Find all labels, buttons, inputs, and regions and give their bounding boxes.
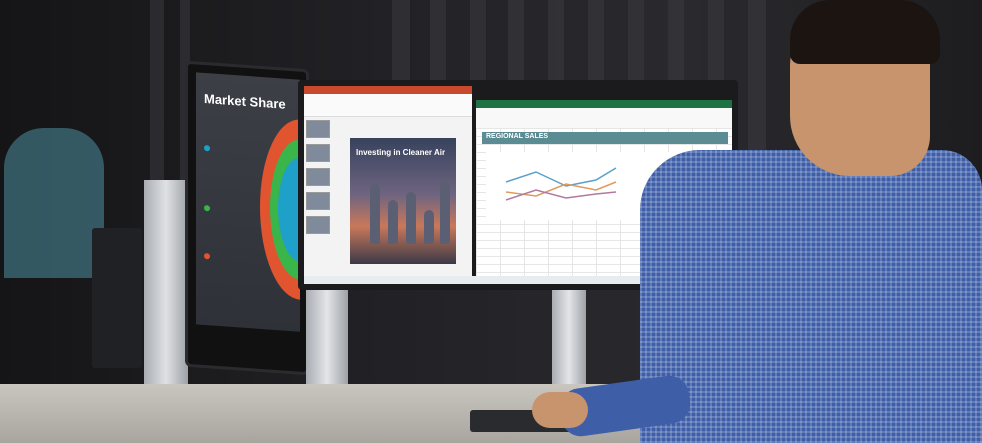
person-hair xyxy=(790,0,940,64)
slide-thumbnail[interactable] xyxy=(306,192,330,210)
ppt-ribbon[interactable] xyxy=(304,94,472,117)
slide-pillar xyxy=(370,184,380,244)
excel-title-bar xyxy=(476,100,732,108)
left-monitor: Market Share xyxy=(188,63,306,373)
slide-thumbnail[interactable] xyxy=(306,216,330,234)
slide-title: Investing in Cleaner Air xyxy=(356,148,446,157)
powerpoint-window[interactable]: Investing in Cleaner Air xyxy=(304,86,472,276)
person-shirt xyxy=(640,150,982,443)
slide-pillar xyxy=(440,180,450,244)
ppt-title-bar xyxy=(304,86,472,94)
slide-thumbnail[interactable] xyxy=(306,168,330,186)
legend-item-1 xyxy=(204,144,213,152)
slide-canvas[interactable]: Investing in Cleaner Air xyxy=(350,138,456,264)
market-share-title: Market Share xyxy=(204,90,286,112)
slide-thumbnail[interactable] xyxy=(306,120,330,138)
ppt-slide-thumbnails[interactable] xyxy=(306,120,330,240)
mini-pc-tower xyxy=(92,228,142,368)
wide-monitor-stand-right xyxy=(552,290,586,390)
background-person xyxy=(4,128,104,278)
legend-item-3 xyxy=(204,252,213,260)
photo-scene: Market Share Investing in Cleaner Air RE… xyxy=(0,0,982,443)
regional-sales-title: REGIONAL SALES xyxy=(486,133,549,140)
slide-thumbnail[interactable] xyxy=(306,144,330,162)
slide-pillar xyxy=(406,192,416,244)
slide-pillar xyxy=(388,200,398,244)
slide-pillar xyxy=(424,210,434,244)
person-hand xyxy=(532,392,588,428)
left-monitor-screen: Market Share xyxy=(196,72,300,332)
legend-item-2 xyxy=(204,204,213,212)
excel-ribbon[interactable] xyxy=(476,108,732,129)
